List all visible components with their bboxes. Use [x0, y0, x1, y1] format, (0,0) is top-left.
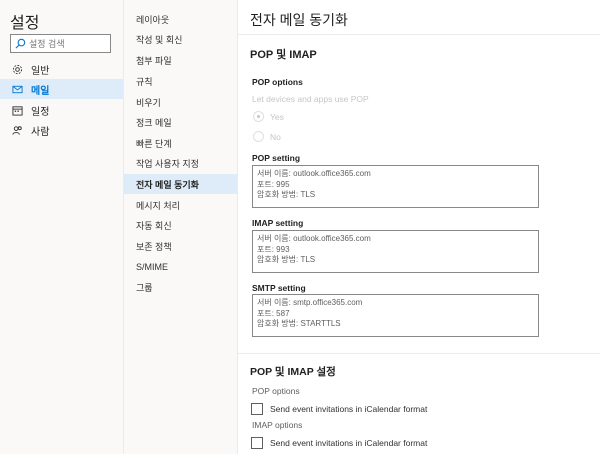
pop-server: 서버 이름: outlook.office365.com — [257, 169, 371, 178]
nav-item-calendar[interactable]: 일정 — [0, 100, 123, 120]
mail-settings-submenu: 레이아웃 작성 및 회신 첨부 파일 규칙 비우기 정크 메일 빠른 단계 작업… — [124, 0, 238, 454]
submenu-label: 비우기 — [136, 97, 161, 108]
imap-setting-label: IMAP setting — [252, 218, 304, 228]
pop-imap-settings-header: POP 및 IMAP 설정 — [250, 366, 336, 378]
pop-invitations-checkbox[interactable] — [251, 403, 263, 415]
smtp-setting-box[interactable]: 서버 이름: smtp.office365.com 포트: 587 암호화 방법… — [252, 294, 539, 337]
submenu-label: S/MIME — [136, 262, 169, 272]
let-devices-label: Let devices and apps use POP — [252, 94, 369, 104]
radio-yes[interactable]: Yes — [253, 111, 284, 122]
submenu-label: 자동 회신 — [136, 220, 172, 231]
title-divider — [238, 34, 600, 35]
search-icon — [15, 38, 26, 49]
submenu-item-compose[interactable]: 작성 및 회신 — [124, 29, 237, 49]
smtp-setting-label: SMTP setting — [252, 283, 306, 293]
radio-button[interactable] — [253, 111, 264, 122]
imap-server: 서버 이름: outlook.office365.com — [257, 234, 371, 243]
submenu-item-retention[interactable]: 보존 정책 — [124, 236, 237, 256]
mail-icon — [12, 85, 23, 93]
smtp-encryption: 암호화 방법: STARTTLS — [257, 319, 341, 328]
smtp-server: 서버 이름: smtp.office365.com — [257, 298, 363, 307]
submenu-label: 메시지 처리 — [136, 200, 180, 211]
nav-item-mail[interactable]: 메일 — [0, 79, 123, 99]
pop-setting-box[interactable]: 서버 이름: outlook.office365.com 포트: 995 암호화… — [252, 165, 539, 208]
imap-encryption: 암호화 방법: TLS — [257, 255, 316, 264]
submenu-item-auto-replies[interactable]: 자동 회신 — [124, 215, 237, 235]
pop-imap-header: POP 및 IMAP — [250, 49, 317, 61]
submenu-label: 작업 사용자 지정 — [136, 158, 199, 169]
imap-invitations-option[interactable]: Send event invitations in iCalendar form… — [251, 437, 427, 449]
settings-title: 설정 — [10, 15, 40, 32]
pop-invitations-option[interactable]: Send event invitations in iCalendar form… — [251, 403, 427, 415]
imap-options-label: IMAP options — [252, 420, 303, 430]
sync-email-panel: 전자 메일 동기화 POP 및 IMAP POP options Let dev… — [238, 0, 600, 454]
radio-no-label: No — [270, 131, 281, 142]
submenu-item-layout[interactable]: 레이아웃 — [124, 9, 237, 29]
submenu-label: 전자 메일 동기화 — [136, 179, 199, 190]
imap-invitations-label: Send event invitations in iCalendar form… — [270, 438, 428, 448]
pop-options2-label: POP options — [252, 386, 300, 396]
nav-item-label: 일반 — [31, 65, 50, 77]
search-input[interactable] — [29, 38, 109, 49]
nav-item-label: 메일 — [31, 85, 50, 97]
submenu-item-junk[interactable]: 정크 메일 — [124, 112, 237, 132]
pop-invitations-label: Send event invitations in iCalendar form… — [270, 404, 428, 414]
page-title: 전자 메일 동기화 — [250, 12, 348, 28]
people-icon — [12, 125, 22, 135]
imap-port: 포트: 993 — [257, 244, 290, 254]
pop-setting-label: POP setting — [252, 153, 301, 163]
radio-button[interactable] — [253, 131, 264, 142]
smtp-port: 포트: 587 — [257, 308, 290, 318]
submenu-label: 레이아웃 — [136, 14, 170, 25]
submenu-item-message-handling[interactable]: 메시지 처리 — [124, 195, 237, 215]
submenu-item-attachments[interactable]: 첨부 파일 — [124, 50, 237, 70]
submenu-label: 그룹 — [136, 282, 153, 293]
submenu-item-rules[interactable]: 규칙 — [124, 71, 237, 91]
nav-item-general[interactable]: 일반 — [0, 59, 123, 79]
pop-encryption: 암호화 방법: TLS — [257, 190, 316, 199]
submenu-label: 첨부 파일 — [136, 55, 172, 66]
radio-yes-label: Yes — [270, 111, 284, 122]
submenu-label: 정크 메일 — [136, 117, 172, 128]
gear-icon — [12, 64, 23, 74]
submenu-item-groups[interactable]: 그룹 — [124, 277, 237, 297]
calendar-icon — [12, 105, 23, 116]
submenu-item-customize-actions[interactable]: 작업 사용자 지정 — [124, 153, 237, 173]
imap-setting-box[interactable]: 서버 이름: outlook.office365.com 포트: 993 암호화… — [252, 230, 539, 273]
submenu-label: 규칙 — [136, 76, 153, 87]
submenu-label: 빠른 단계 — [136, 138, 172, 149]
nav-item-label: 일정 — [31, 106, 50, 118]
settings-sidebar: 설정 일반 메일 일정 사람 — [0, 0, 124, 454]
submenu-item-sweep[interactable]: 비우기 — [124, 92, 237, 112]
submenu-item-smime[interactable]: S/MIME — [124, 257, 237, 277]
submenu-label: 작성 및 회신 — [136, 34, 183, 45]
nav-item-label: 사람 — [31, 126, 50, 138]
pop-options-label: POP options — [252, 77, 303, 87]
imap-invitations-checkbox[interactable] — [251, 437, 263, 449]
submenu-item-sync-email[interactable]: 전자 메일 동기화 — [124, 174, 237, 194]
search-box[interactable] — [10, 34, 111, 53]
pop-port: 포트: 995 — [257, 179, 290, 189]
section-divider — [238, 353, 600, 354]
radio-no[interactable]: No — [253, 131, 281, 142]
nav-item-people[interactable]: 사람 — [0, 120, 123, 140]
submenu-item-quick-steps[interactable]: 빠른 단계 — [124, 133, 237, 153]
submenu-label: 보존 정책 — [136, 241, 172, 252]
